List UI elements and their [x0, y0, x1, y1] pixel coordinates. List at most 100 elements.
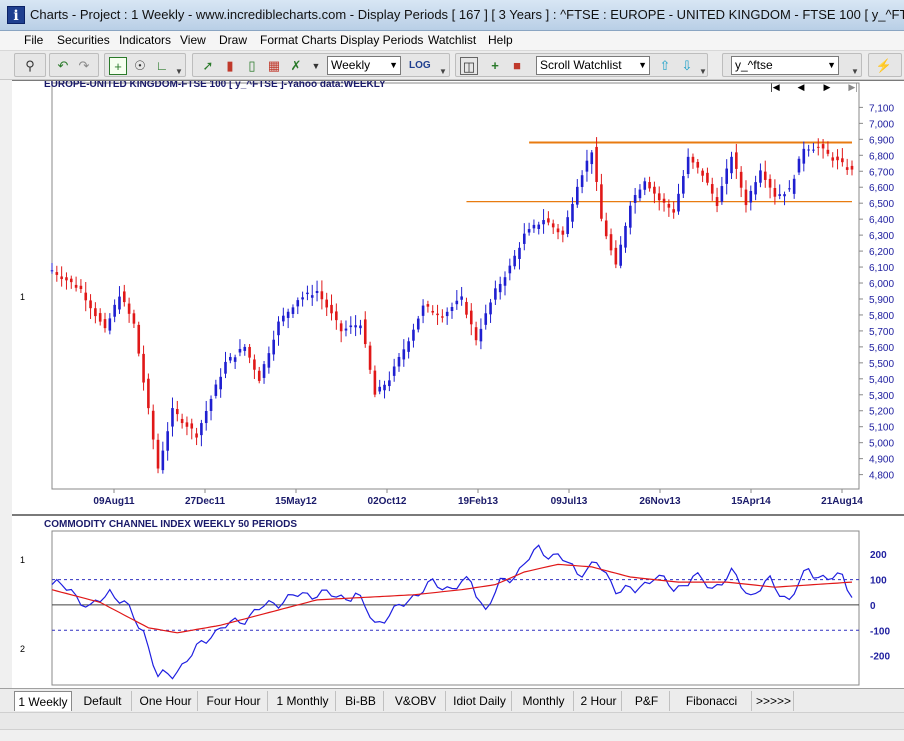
candle-body — [494, 288, 497, 300]
line-chart-icon[interactable]: ➚ — [199, 57, 217, 75]
price-x-tick-label: 26Nov13 — [639, 496, 681, 507]
candle-body — [243, 346, 247, 351]
candle-body — [725, 168, 728, 184]
tab-monthly[interactable]: Monthly — [514, 691, 574, 711]
security-select[interactable]: y_^ftse ▼ — [731, 56, 839, 75]
nav-prev-icon[interactable]: ◀ — [792, 81, 810, 93]
candle-body — [161, 450, 165, 471]
candle-body — [65, 277, 68, 281]
redo-icon[interactable]: ↷ — [75, 57, 93, 75]
zoom-icon[interactable]: ⚲ — [21, 57, 39, 75]
menu-format-charts[interactable]: Format Charts — [260, 33, 337, 47]
point-figure-icon[interactable]: ✗ — [287, 57, 305, 75]
chevron-down-icon[interactable]: ▼ — [439, 68, 447, 76]
candle-body — [108, 318, 112, 331]
tab-1-weekly[interactable]: 1 Weekly — [14, 691, 72, 711]
candle-body — [614, 247, 618, 265]
menu-file[interactable]: File — [24, 33, 43, 47]
chevron-down-icon[interactable]: ▼ — [851, 68, 859, 76]
window-title: Charts - Project : 1 Weekly - www.incred… — [30, 7, 904, 22]
tab-2-hour[interactable]: 2 Hour — [576, 691, 622, 711]
tab-fibonacci[interactable]: Fibonacci — [672, 691, 752, 711]
menu-view[interactable]: View — [180, 33, 206, 47]
price-x-tick-label: 27Dec11 — [185, 496, 225, 507]
arrow-up-icon[interactable]: ⇧ — [656, 57, 674, 75]
chart-area: EUROPE-UNITED KINGDOM-FTSE 100 [ y_^FTSE… — [12, 79, 904, 688]
equivolume-icon[interactable]: ▦ — [265, 57, 283, 75]
candle-body — [291, 307, 295, 314]
candle-body — [710, 184, 714, 194]
candle-body — [571, 203, 574, 222]
page-icon[interactable]: ◫ — [460, 57, 478, 75]
tab-1-monthly[interactable]: 1 Monthly — [270, 691, 336, 711]
candle-body — [624, 225, 627, 248]
nav-next-icon[interactable]: ▶ — [818, 81, 836, 93]
tab-p-f[interactable]: P&F — [624, 691, 670, 711]
menu-watchlist[interactable]: Watchlist — [428, 33, 476, 47]
undo-icon[interactable]: ↶ — [54, 57, 72, 75]
menu-draw[interactable]: Draw — [219, 33, 247, 47]
candle-body — [730, 156, 733, 174]
tab-bi-bb[interactable]: Bi-BB — [338, 691, 384, 711]
candle-body — [354, 325, 357, 328]
chevron-down-icon[interactable]: ▼ — [175, 68, 183, 76]
horizontal-scrollbar[interactable] — [0, 712, 904, 729]
menu-display-periods[interactable]: Display Periods — [340, 33, 423, 47]
candlestick-icon[interactable]: ▯ — [243, 57, 261, 75]
candle-body — [55, 272, 59, 275]
candle-body — [84, 292, 88, 301]
menu-bar: File Securities Indicators View Draw For… — [0, 31, 904, 50]
candle-body — [204, 410, 208, 424]
candle-body — [763, 171, 767, 180]
bar-chart-icon[interactable]: ▮ — [221, 57, 239, 75]
period-select-value: Weekly — [331, 58, 371, 72]
candle-body — [335, 311, 338, 321]
candle-body — [330, 304, 333, 314]
tab-four-hour[interactable]: Four Hour — [200, 691, 268, 711]
arrow-down-icon[interactable]: ⇩ — [678, 57, 696, 75]
chevron-down-icon: ▼ — [389, 60, 398, 70]
candle-body — [638, 189, 642, 199]
candle-body — [527, 229, 531, 233]
tab-one-hour[interactable]: One Hour — [134, 691, 198, 711]
tab-default[interactable]: Default — [74, 691, 132, 711]
lightbulb-icon[interactable]: ☉ — [131, 57, 149, 75]
tab-v-obv[interactable]: V&OBV — [386, 691, 446, 711]
add-watchlist-icon[interactable]: + — [486, 57, 504, 75]
candle-body — [383, 384, 386, 391]
candle-body — [142, 353, 145, 383]
candle-body — [315, 291, 319, 294]
tab-idiot-daily[interactable]: Idiot Daily — [448, 691, 512, 711]
candle-body — [816, 146, 820, 148]
remove-watchlist-icon[interactable]: ■ — [508, 57, 526, 75]
line-tool-icon[interactable]: ∟ — [153, 57, 171, 75]
lightning-icon[interactable]: ⚡ — [875, 57, 893, 75]
candle-body — [103, 319, 107, 329]
candle-body — [522, 233, 526, 244]
candle-body — [479, 328, 483, 342]
candle-body — [238, 348, 242, 353]
nav-first-icon[interactable]: |◀ — [766, 81, 784, 93]
chart-type-dropdown-icon[interactable]: ▼ — [307, 57, 325, 75]
menu-help[interactable]: Help — [488, 33, 513, 47]
crosshair-icon[interactable]: + — [109, 57, 127, 75]
period-select[interactable]: Weekly ▼ — [327, 56, 401, 75]
candle-body — [122, 291, 126, 303]
price-pane-number: 1 — [20, 292, 25, 302]
menu-securities[interactable]: Securities — [57, 33, 110, 47]
log-scale-button[interactable]: LOG — [409, 57, 431, 75]
price-y-tick-label: 6,000 — [869, 279, 894, 290]
candle-body — [445, 311, 449, 317]
candle-body — [253, 359, 256, 370]
title-bar: i Charts - Project : 1 Weekly - www.incr… — [0, 0, 904, 31]
tab-more[interactable]: >>>>> — [754, 691, 794, 711]
candle-body — [566, 217, 569, 234]
candle-body — [696, 161, 700, 168]
candle-body — [127, 303, 131, 314]
chevron-down-icon[interactable]: ▼ — [699, 68, 707, 76]
candle-body — [706, 172, 709, 183]
menu-indicators[interactable]: Indicators — [119, 33, 171, 47]
candle-body — [744, 189, 748, 206]
watchlist-select[interactable]: Scroll Watchlist ▼ — [536, 56, 650, 75]
nav-last-icon[interactable]: ▶| — [844, 81, 862, 93]
